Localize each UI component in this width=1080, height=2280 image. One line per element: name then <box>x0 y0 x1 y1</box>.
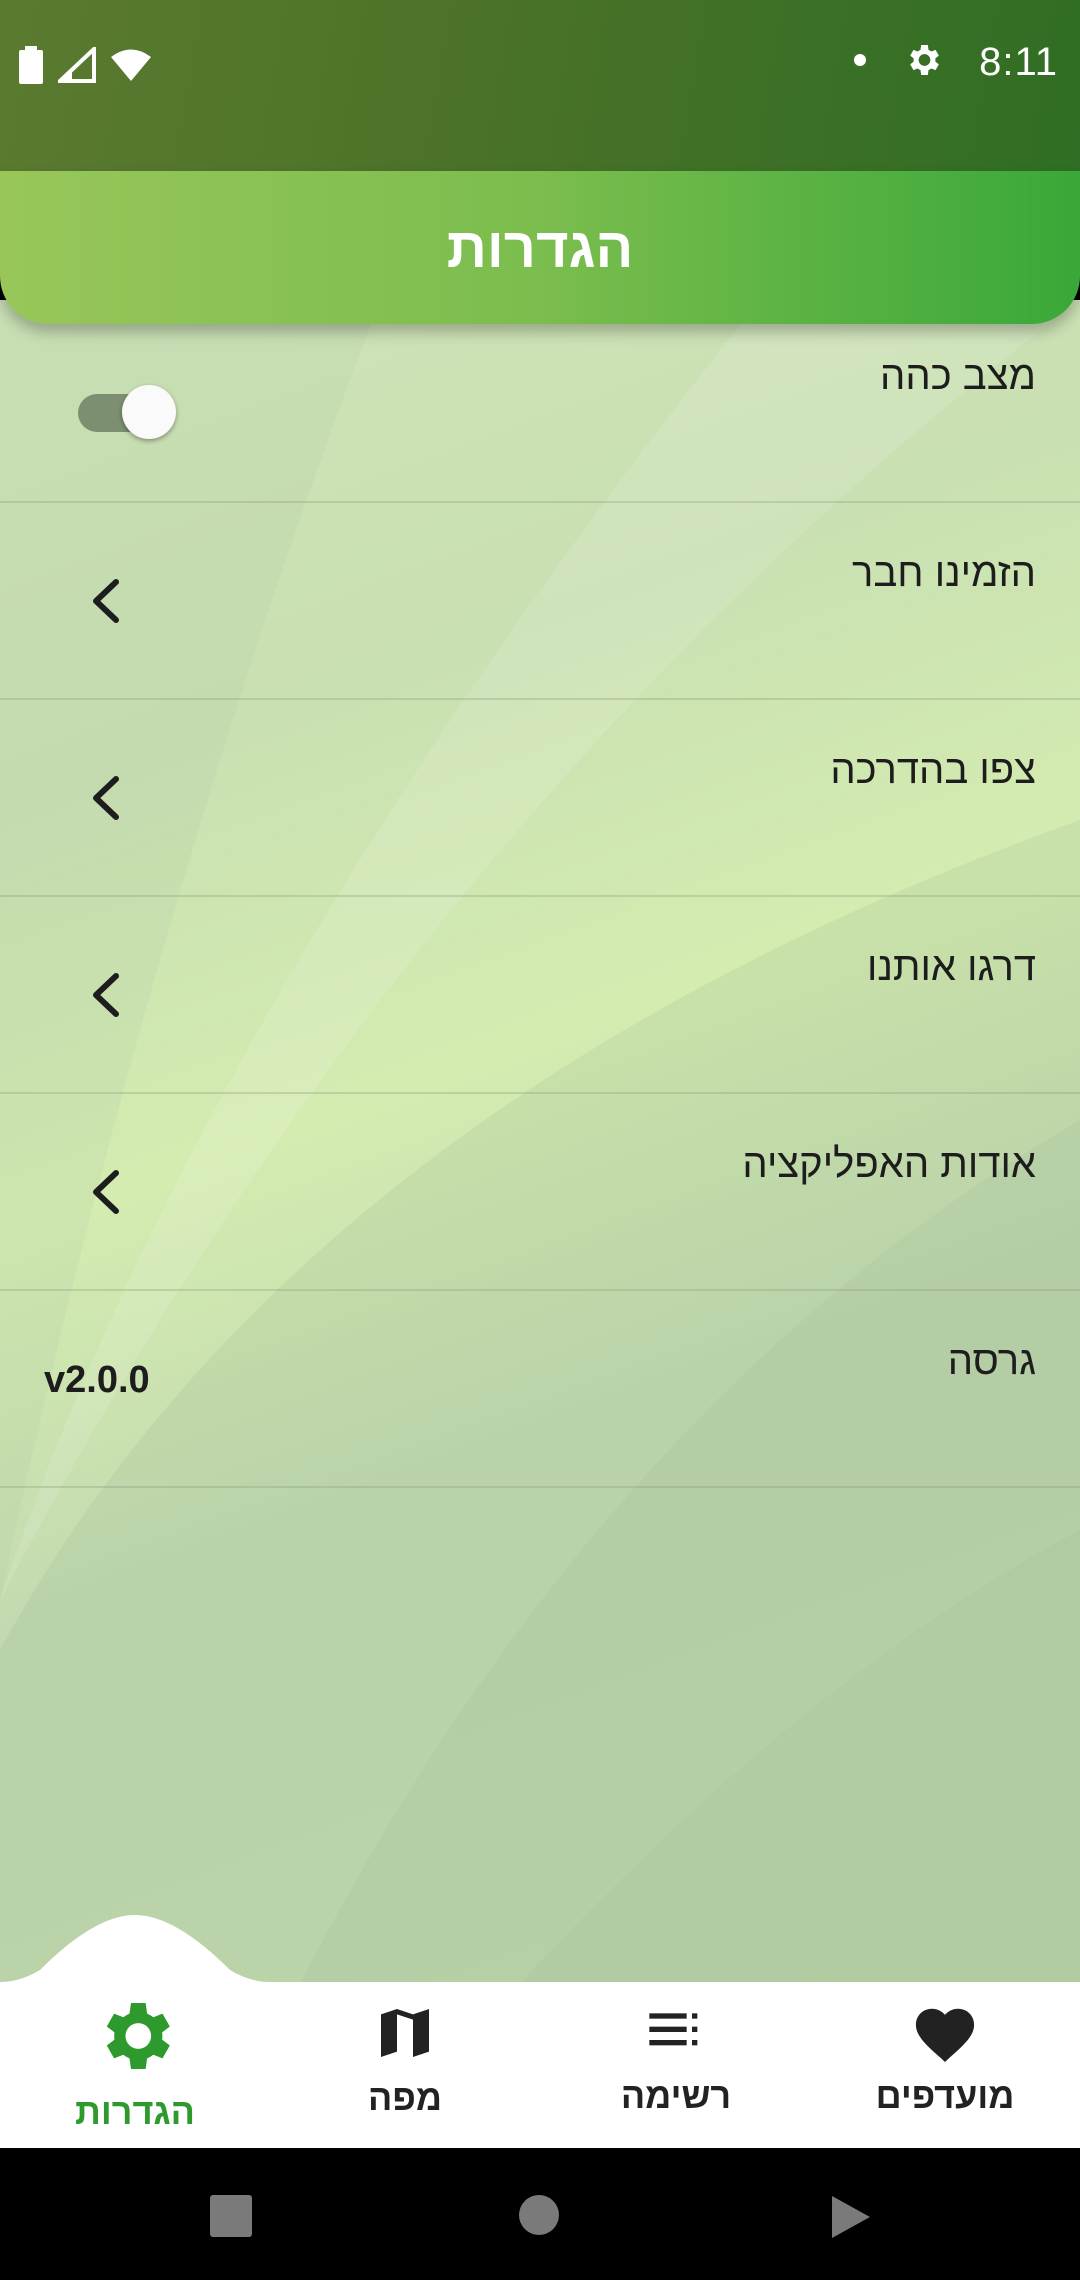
chevron-left-icon <box>90 579 120 628</box>
gear-icon <box>91 2003 179 2084</box>
nav-settings-label: הגדרות <box>75 2091 195 2132</box>
dark-mode-row: מצב כהה <box>0 304 1080 503</box>
battery-icon <box>18 46 44 89</box>
nav-bump <box>0 1915 270 1990</box>
chevron-left-icon <box>90 776 120 825</box>
list-icon <box>644 2013 708 2068</box>
nav-favorites-label: מועדפים <box>875 2075 1015 2116</box>
settings-list: מצב כהה הזמינו חבר צפו בהדרכה דרגו אותנו… <box>0 300 1080 1984</box>
map-icon <box>373 2009 437 2070</box>
nav-settings[interactable]: הגדרות <box>35 1992 235 2133</box>
signal-icon <box>54 44 96 88</box>
back-button[interactable] <box>830 2194 872 2245</box>
nav-map-label: מפה <box>368 2077 442 2118</box>
watch-tutorial-row[interactable]: צפו בהדרכה <box>0 698 1080 897</box>
invite-friend-row[interactable]: הזמינו חבר <box>0 501 1080 700</box>
settings-status-icon <box>903 40 943 85</box>
rate-us-label: דרגו אותנו <box>866 945 1036 989</box>
recents-button[interactable] <box>210 2195 252 2242</box>
chevron-left-icon <box>90 1170 120 1219</box>
dark-mode-toggle[interactable] <box>78 377 178 439</box>
nav-map[interactable]: מפה <box>305 2000 505 2119</box>
version-value: v2.0.0 <box>44 1359 150 1401</box>
nav-list-label: רשימה <box>620 2075 732 2116</box>
chevron-left-icon <box>90 973 120 1022</box>
notification-dot-icon <box>853 53 867 72</box>
dark-mode-label: מצב כהה <box>879 354 1036 398</box>
nav-list[interactable]: רשימה <box>576 2000 776 2117</box>
about-app-label: אודות האפליקציה <box>742 1142 1036 1186</box>
rate-us-row[interactable]: דרגו אותנו <box>0 895 1080 1094</box>
version-row: גרסה v2.0.0 <box>0 1289 1080 1488</box>
status-bar: 8:11 <box>0 0 1080 171</box>
home-button[interactable] <box>518 2194 560 2241</box>
watch-tutorial-label: צפו בהדרכה <box>830 748 1036 792</box>
about-app-row[interactable]: אודות האפליקציה <box>0 1092 1080 1291</box>
system-nav-bar <box>0 2148 1080 2280</box>
app-bar: הגדרות <box>0 171 1080 324</box>
invite-friend-label: הזמינו חבר <box>851 551 1036 595</box>
status-time: 8:11 <box>979 40 1058 84</box>
page-title: הגדרות <box>446 216 634 279</box>
nav-favorites[interactable]: מועדפים <box>845 2000 1045 2117</box>
version-label: גרסה <box>947 1339 1036 1383</box>
heart-icon <box>909 2008 981 2068</box>
wifi-icon <box>110 48 152 87</box>
